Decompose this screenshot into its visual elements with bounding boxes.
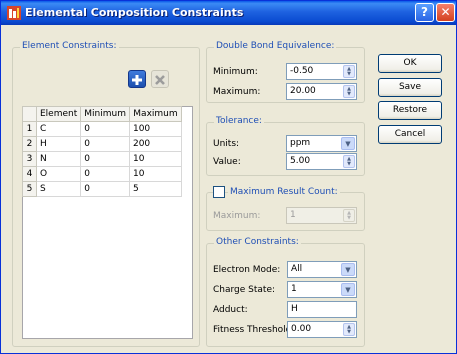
dbe-min-label: Minimum: bbox=[213, 67, 258, 77]
other-constraints-title: Other Constraints: bbox=[214, 237, 301, 247]
row-number: 4 bbox=[22, 166, 37, 182]
element-cell[interactable]: C bbox=[35, 121, 82, 137]
charge-state-value: 1 bbox=[291, 284, 297, 294]
units-label: Units: bbox=[213, 139, 240, 149]
spin-arrows-icon[interactable]: ▲ ▼ bbox=[343, 65, 355, 78]
element-cell[interactable]: S bbox=[35, 181, 82, 197]
maximum-cell[interactable]: 200 bbox=[128, 136, 182, 152]
minimum-cell[interactable]: 0 bbox=[80, 121, 130, 137]
element-cell[interactable]: N bbox=[35, 151, 82, 167]
charge-state-combobox[interactable]: 1 ▼ bbox=[287, 281, 357, 298]
table-row[interactable]: 4 O 0 10 bbox=[22, 166, 182, 182]
plus-icon bbox=[132, 75, 142, 85]
spin-arrows-icon[interactable]: ▲ ▼ bbox=[343, 85, 355, 98]
dbe-min-spinbox[interactable]: -0.50 ▲ ▼ bbox=[286, 63, 357, 80]
add-element-button[interactable] bbox=[128, 70, 146, 88]
spin-arrows-icon[interactable]: ▲ ▼ bbox=[343, 155, 355, 168]
max-result-label: Maximum: bbox=[213, 211, 261, 221]
maximum-cell[interactable]: 100 bbox=[128, 121, 182, 137]
element-cell[interactable]: H bbox=[35, 136, 82, 152]
element-table[interactable]: Element Minimum Maximum 1 C 0 100 2 H 0 … bbox=[22, 106, 182, 197]
max-result-checkbox[interactable] bbox=[213, 186, 225, 198]
remove-element-button[interactable] bbox=[151, 70, 169, 88]
table-row[interactable]: 3 N 0 10 bbox=[22, 151, 182, 167]
window-title: Elemental Composition Constraints bbox=[25, 6, 244, 19]
tolerance-title: Tolerance: bbox=[214, 116, 264, 126]
adduct-input[interactable]: H bbox=[287, 301, 357, 318]
fitness-threshold-spinbox[interactable]: 0.00 ▲ ▼ bbox=[287, 321, 357, 338]
minimum-cell[interactable]: 0 bbox=[80, 151, 130, 167]
charge-state-label: Charge State: bbox=[213, 285, 276, 295]
minimum-column-header[interactable]: Minimum bbox=[80, 106, 130, 122]
dbe-max-value: 20.00 bbox=[290, 86, 316, 96]
close-button[interactable]: ✕ bbox=[436, 3, 455, 22]
dbe-min-value: -0.50 bbox=[290, 66, 314, 76]
table-row[interactable]: 1 C 0 100 bbox=[22, 121, 182, 137]
max-result-value: 1 bbox=[290, 210, 296, 220]
title-bar[interactable]: Elemental Composition Constraints ? ✕ bbox=[1, 1, 456, 25]
spin-arrows-icon: ▲ ▼ bbox=[343, 209, 355, 222]
restore-button[interactable]: Restore bbox=[378, 101, 442, 120]
save-button[interactable]: Save bbox=[378, 78, 442, 97]
max-result-spinbox: 1 ▲ ▼ bbox=[286, 207, 357, 224]
tolerance-value-spinbox[interactable]: 5.00 ▲ ▼ bbox=[286, 153, 357, 170]
table-row[interactable]: 5 S 0 5 bbox=[22, 181, 182, 197]
units-combobox[interactable]: ppm ▼ bbox=[286, 135, 357, 152]
ok-button[interactable]: OK bbox=[378, 54, 442, 73]
tolerance-value: 5.00 bbox=[290, 156, 311, 166]
maximum-cell[interactable]: 10 bbox=[128, 151, 182, 167]
chevron-down-icon[interactable]: ▼ bbox=[341, 283, 355, 296]
dialog-window: Elemental Composition Constraints ? ✕ El… bbox=[0, 0, 457, 354]
minimum-cell[interactable]: 0 bbox=[80, 181, 130, 197]
table-header-row: Element Minimum Maximum bbox=[22, 106, 182, 122]
maximum-cell[interactable]: 5 bbox=[128, 181, 182, 197]
row-number: 3 bbox=[22, 151, 37, 167]
element-cell[interactable]: O bbox=[35, 166, 82, 182]
help-button[interactable]: ? bbox=[415, 3, 434, 22]
maximum-column-header[interactable]: Maximum bbox=[128, 106, 182, 122]
adduct-label: Adduct: bbox=[213, 305, 248, 315]
maximum-cell[interactable]: 10 bbox=[128, 166, 182, 182]
fitness-threshold-value: 0.00 bbox=[291, 324, 312, 334]
minimum-cell[interactable]: 0 bbox=[80, 136, 130, 152]
table-row[interactable]: 2 H 0 200 bbox=[22, 136, 182, 152]
row-number: 1 bbox=[22, 121, 37, 137]
units-value: ppm bbox=[290, 138, 311, 148]
element-column-header[interactable]: Element bbox=[35, 106, 82, 122]
fitness-threshold-label: Fitness Threshold: bbox=[213, 325, 295, 335]
app-icon bbox=[7, 6, 21, 20]
row-number: 5 bbox=[22, 181, 37, 197]
chevron-down-icon[interactable]: ▼ bbox=[341, 137, 355, 150]
minimum-cell[interactable]: 0 bbox=[80, 166, 130, 182]
element-constraints-title: Element Constraints: bbox=[20, 41, 119, 51]
spin-arrows-icon[interactable]: ▲ ▼ bbox=[343, 323, 355, 336]
row-number: 2 bbox=[22, 136, 37, 152]
dbe-title: Double Bond Equivalence: bbox=[214, 41, 337, 51]
max-result-title[interactable]: Maximum Result Count: bbox=[228, 187, 340, 197]
electron-mode-label: Electron Mode: bbox=[213, 265, 281, 275]
electron-mode-value: All bbox=[291, 264, 303, 274]
tolerance-value-label: Value: bbox=[213, 157, 241, 167]
cancel-button[interactable]: Cancel bbox=[378, 125, 442, 144]
x-icon bbox=[155, 75, 165, 85]
dbe-max-label: Maximum: bbox=[213, 87, 261, 97]
electron-mode-combobox[interactable]: All ▼ bbox=[287, 261, 357, 278]
dbe-max-spinbox[interactable]: 20.00 ▲ ▼ bbox=[286, 83, 357, 100]
chevron-down-icon[interactable]: ▼ bbox=[341, 263, 355, 276]
row-number-header bbox=[22, 106, 37, 122]
